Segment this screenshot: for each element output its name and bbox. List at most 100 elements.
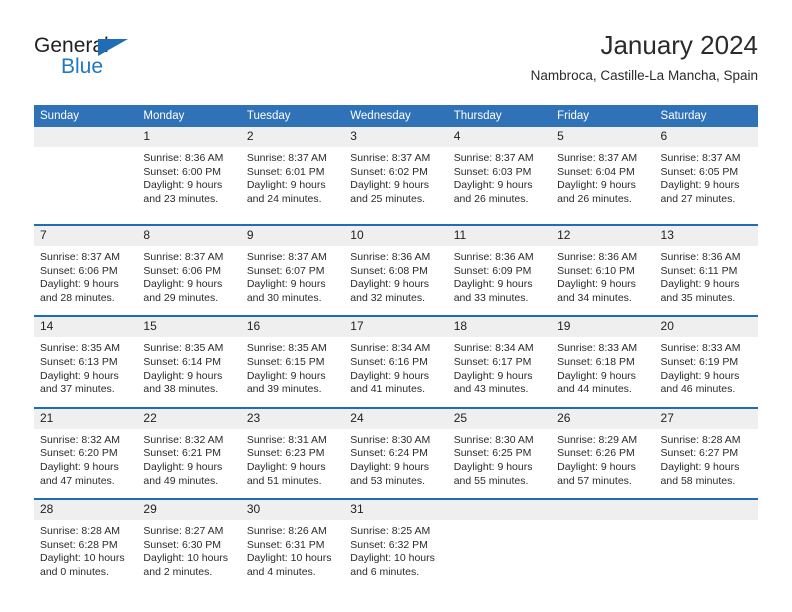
sunrise-text: Sunrise: 8:37 AM	[557, 152, 638, 164]
daylight-text: Daylight: 9 hours and 39 minutes.	[246, 369, 326, 396]
sunrise-text: Sunrise: 8:26 AM	[246, 525, 327, 538]
sunset-text: Sunset: 6:03 PM	[453, 165, 532, 178]
general-blue-logo[interactable]: General Blue	[34, 34, 214, 92]
sunrise-text: Sunrise: 8:37 AM	[350, 152, 431, 164]
calendar-day-cell[interactable]: 31 Sunrise: 8:25 AM Sunset: 6:32 PM Dayligh…	[344, 499, 448, 597]
day-details: Sunrise: 8:30 AM Sunset: 6:24 PM Daylight:…	[344, 429, 447, 498]
calendar-day-cell[interactable]: 22 Sunrise: 8:32 AM Sunset: 6:21 PM Dayligh…	[137, 408, 241, 499]
sunrise-text: Sunrise: 8:36 AM	[350, 251, 431, 263]
day-details: Sunrise: 8:36 AM Sunset: 6:00 PM Daylight:…	[137, 147, 240, 216]
day-number: 25	[447, 408, 552, 429]
calendar-day-cell[interactable]: 3 Sunrise: 8:37 AM Sunset: 6:02 PM Daylight…	[344, 127, 448, 225]
calendar-day-cell[interactable]: 2 Sunrise: 8:37 AM Sunset: 6:01 PM Daylight…	[240, 127, 345, 225]
calendar-day-cell[interactable]: 18 Sunrise: 8:34 AM Sunset: 6:17 PM Dayligh…	[447, 316, 552, 407]
sunset-text: Sunset: 6:11 PM	[660, 264, 738, 277]
sunrise-text: Sunrise: 8:28 AM	[40, 525, 120, 538]
sunrise-text: Sunrise: 8:37 AM	[246, 152, 327, 164]
calendar-day-cell[interactable]: 10 Sunrise: 8:36 AM Sunset: 6:08 PM Dayligh…	[344, 225, 448, 316]
calendar-day-cell[interactable]: 7 Sunrise: 8:37 AM Sunset: 6:06 PM Daylight…	[34, 225, 138, 316]
sunset-text: Sunset: 6:26 PM	[557, 447, 635, 460]
calendar-empty-cell	[551, 499, 655, 597]
calendar-day-cell[interactable]: 15 Sunrise: 8:35 AM Sunset: 6:14 PM Dayligh…	[137, 316, 241, 407]
calendar-day-cell[interactable]: 24 Sunrise: 8:30 AM Sunset: 6:24 PM Dayligh…	[344, 408, 448, 499]
calendar-day-cell[interactable]: 26 Sunrise: 8:29 AM Sunset: 6:26 PM Dayligh…	[551, 408, 655, 499]
calendar-empty-cell	[654, 499, 758, 597]
calendar-day-cell[interactable]: 6 Sunrise: 8:37 AM Sunset: 6:05 PM Daylight…	[654, 127, 758, 225]
calendar-day-cell[interactable]: 11 Sunrise: 8:36 AM Sunset: 6:09 PM Dayligh…	[447, 225, 552, 316]
sunrise-text: Sunrise: 8:37 AM	[40, 251, 120, 263]
sunset-text: Sunset: 6:25 PM	[453, 447, 532, 460]
calendar-day-cell[interactable]: 27 Sunrise: 8:28 AM Sunset: 6:27 PM Dayligh…	[654, 408, 758, 499]
calendar-day-cell[interactable]: 30 Sunrise: 8:26 AM Sunset: 6:31 PM Dayligh…	[240, 499, 345, 597]
sunrise-text: Sunrise: 8:27 AM	[143, 525, 224, 538]
calendar-day-cell[interactable]: 12 Sunrise: 8:36 AM Sunset: 6:10 PM Dayligh…	[551, 225, 655, 316]
day-details: Sunrise: 8:36 AM Sunset: 6:09 PM Daylight:…	[448, 246, 551, 315]
daylight-text: Daylight: 9 hours and 27 minutes.	[660, 179, 740, 205]
calendar-day-cell[interactable]: 13 Sunrise: 8:36 AM Sunset: 6:11 PM Dayligh…	[654, 225, 758, 316]
day-number: 13	[654, 226, 758, 246]
day-number: 23	[240, 408, 345, 429]
day-number: 4	[447, 127, 552, 147]
daylight-text: Daylight: 9 hours and 53 minutes.	[350, 460, 430, 487]
day-details: Sunrise: 8:36 AM Sunset: 6:08 PM Daylight:…	[344, 246, 447, 315]
sunrise-text: Sunrise: 8:35 AM	[143, 342, 224, 355]
sunset-text: Sunset: 6:18 PM	[557, 355, 635, 368]
daylight-text: Daylight: 9 hours and 33 minutes.	[453, 278, 533, 304]
day-number: 27	[654, 408, 758, 429]
daylight-text: Daylight: 9 hours and 24 minutes.	[246, 179, 326, 205]
day-number: 17	[344, 317, 448, 338]
day-details: Sunrise: 8:35 AM Sunset: 6:15 PM Daylight:…	[241, 337, 344, 406]
calendar-day-cell[interactable]: 16 Sunrise: 8:35 AM Sunset: 6:15 PM Dayligh…	[240, 316, 345, 407]
calendar-day-cell[interactable]: 28 Sunrise: 8:28 AM Sunset: 6:28 PM Dayligh…	[34, 499, 138, 597]
day-details: Sunrise: 8:37 AM Sunset: 6:07 PM Daylight:…	[241, 246, 344, 315]
day-number	[34, 127, 138, 147]
calendar-day-cell[interactable]: 1 Sunrise: 8:36 AM Sunset: 6:00 PM Daylight…	[137, 127, 241, 225]
sunset-text: Sunset: 6:02 PM	[350, 165, 428, 178]
calendar-table: Sunday Monday Tuesday Wednesday Thursday Frid…	[34, 105, 758, 597]
calendar-day-cell[interactable]: 17 Sunrise: 8:34 AM Sunset: 6:16 PM Dayligh…	[344, 316, 448, 407]
calendar-day-cell[interactable]: 23 Sunrise: 8:31 AM Sunset: 6:23 PM Dayligh…	[240, 408, 345, 499]
day-number: 28	[34, 500, 138, 521]
day-details-blank	[454, 525, 543, 587]
day-details: Sunrise: 8:34 AM Sunset: 6:17 PM Daylight:…	[448, 337, 551, 406]
sunrise-text: Sunrise: 8:34 AM	[350, 342, 431, 355]
day-details: Sunrise: 8:27 AM Sunset: 6:30 PM Daylight:…	[137, 520, 240, 589]
day-details: Sunrise: 8:37 AM Sunset: 6:06 PM Daylight:…	[137, 246, 240, 315]
daylight-text: Daylight: 9 hours and 37 minutes.	[40, 369, 119, 396]
sunset-text: Sunset: 6:08 PM	[350, 264, 428, 277]
day-number: 3	[344, 127, 448, 147]
day-details: Sunrise: 8:37 AM Sunset: 6:06 PM Daylight:…	[34, 246, 137, 315]
calendar-week-row: 21 Sunrise: 8:32 AM Sunset: 6:20 PM Dayligh…	[34, 407, 758, 499]
calendar-day-cell[interactable]: 4 Sunrise: 8:37 AM Sunset: 6:03 PM Daylight…	[447, 127, 552, 225]
day-details: Sunrise: 8:25 AM Sunset: 6:32 PM Daylight:…	[344, 520, 447, 589]
calendar-day-cell[interactable]: 5 Sunrise: 8:37 AM Sunset: 6:04 PM Daylight…	[551, 127, 655, 225]
day-details	[655, 520, 758, 597]
calendar-day-cell[interactable]: 9 Sunrise: 8:37 AM Sunset: 6:07 PM Daylight…	[240, 225, 345, 316]
day-details: Sunrise: 8:32 AM Sunset: 6:21 PM Daylight:…	[137, 429, 240, 498]
daylight-text: Daylight: 9 hours and 55 minutes.	[453, 460, 533, 487]
day-number: 9	[240, 226, 345, 246]
day-number: 10	[344, 226, 448, 246]
sunrise-text: Sunrise: 8:37 AM	[453, 152, 534, 164]
calendar-page: General Blue January 2024 Nambroca, Cast…	[0, 0, 792, 612]
calendar-day-cell[interactable]: 8 Sunrise: 8:37 AM Sunset: 6:06 PM Daylight…	[137, 225, 241, 316]
day-details: Sunrise: 8:28 AM Sunset: 6:27 PM Daylight:…	[655, 429, 758, 498]
sunrise-text: Sunrise: 8:25 AM	[350, 525, 431, 538]
calendar-day-cell[interactable]: 29 Sunrise: 8:27 AM Sunset: 6:30 PM Dayligh…	[137, 499, 241, 597]
calendar-day-cell[interactable]: 19 Sunrise: 8:33 AM Sunset: 6:18 PM Dayligh…	[551, 316, 655, 407]
daylight-text: Daylight: 9 hours and 51 minutes.	[246, 460, 326, 487]
sunrise-text: Sunrise: 8:29 AM	[557, 433, 638, 446]
day-details	[551, 520, 654, 597]
triangle-icon	[98, 39, 128, 56]
daylight-text: Daylight: 9 hours and 26 minutes.	[557, 179, 636, 205]
day-details: Sunrise: 8:35 AM Sunset: 6:13 PM Daylight:…	[34, 337, 137, 406]
calendar-day-cell[interactable]: 21 Sunrise: 8:32 AM Sunset: 6:20 PM Dayligh…	[34, 408, 138, 499]
calendar-day-cell[interactable]: 25 Sunrise: 8:30 AM Sunset: 6:25 PM Dayligh…	[447, 408, 552, 499]
calendar-day-cell[interactable]: 14 Sunrise: 8:35 AM Sunset: 6:13 PM Dayligh…	[34, 316, 138, 407]
day-details: Sunrise: 8:26 AM Sunset: 6:31 PM Daylight:…	[241, 520, 344, 589]
calendar-day-cell[interactable]: 20 Sunrise: 8:33 AM Sunset: 6:19 PM Dayligh…	[654, 316, 758, 407]
day-number	[654, 500, 758, 521]
weekday-header-friday: Friday	[551, 105, 655, 127]
day-number: 6	[654, 127, 758, 147]
sunset-text: Sunset: 6:17 PM	[453, 355, 532, 368]
